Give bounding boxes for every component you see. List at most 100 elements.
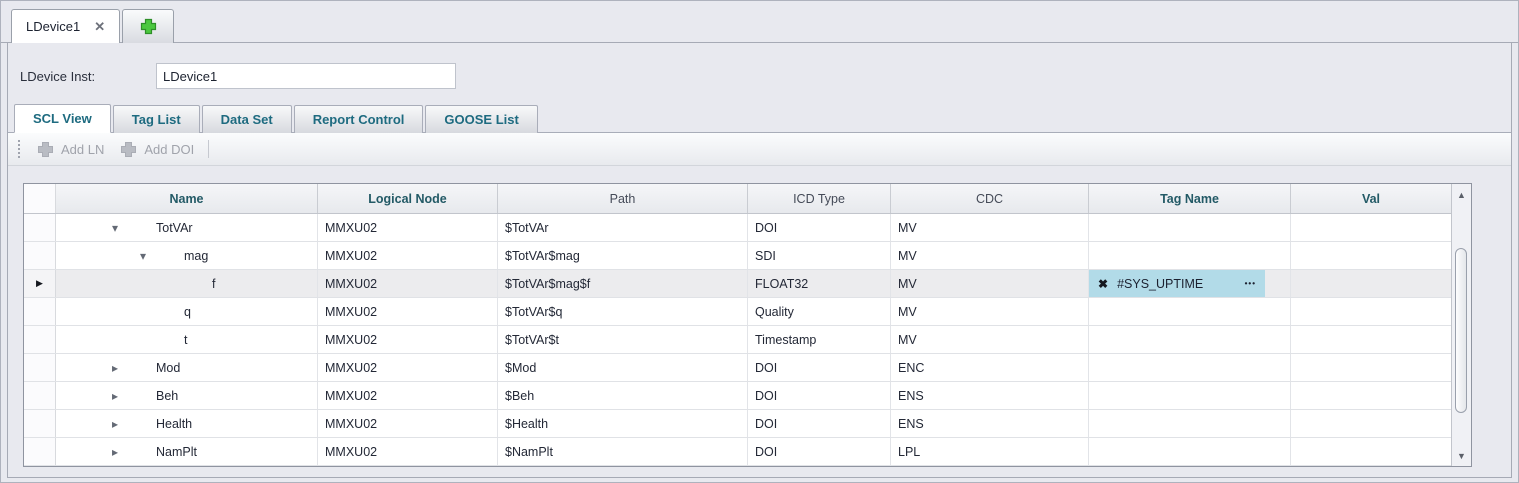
cell-val[interactable]	[1291, 242, 1451, 269]
cell-logical-node[interactable]: MMXU02	[318, 298, 498, 325]
row-indicator[interactable]	[24, 214, 56, 241]
cell-tag-name[interactable]	[1089, 410, 1291, 437]
cell-icd-type[interactable]: FLOAT32	[748, 270, 891, 297]
cell-tag-name[interactable]: ✖ #SYS_UPTIME •••	[1089, 270, 1291, 297]
header-logical-node[interactable]: Logical Node	[318, 184, 498, 213]
cell-logical-node[interactable]: MMXU02	[318, 270, 498, 297]
row-indicator[interactable]	[24, 298, 56, 325]
scroll-up-icon[interactable]: ▲	[1452, 184, 1471, 205]
cell-tag-name[interactable]	[1089, 242, 1291, 269]
cell-path[interactable]: $TotVAr$mag	[498, 242, 748, 269]
row-indicator[interactable]	[24, 242, 56, 269]
cell-cdc[interactable]: ENS	[891, 410, 1089, 437]
expand-icon[interactable]: ▸	[112, 446, 118, 458]
header-path[interactable]: Path	[498, 184, 748, 213]
cell-tag-name[interactable]	[1089, 298, 1291, 325]
tab-goose-list[interactable]: GOOSE List	[425, 105, 537, 133]
table-row[interactable]: ▸ Health MMXU02 $Health DOI ENS	[24, 410, 1451, 438]
cell-val[interactable]	[1291, 354, 1451, 381]
cell-name[interactable]: ▸ Beh	[56, 382, 318, 409]
expand-icon[interactable]: ▸	[112, 418, 118, 430]
table-row[interactable]: ▸ NamPlt MMXU02 $NamPlt DOI LPL	[24, 438, 1451, 466]
cell-logical-node[interactable]: MMXU02	[318, 242, 498, 269]
row-indicator[interactable]: ▶	[24, 270, 56, 297]
table-row[interactable]: ▾ TotVAr MMXU02 $TotVAr DOI MV	[24, 214, 1451, 242]
cell-val[interactable]	[1291, 438, 1451, 465]
cell-tag-name[interactable]	[1089, 354, 1291, 381]
cell-tag-name[interactable]	[1089, 214, 1291, 241]
cell-name[interactable]: q	[56, 298, 318, 325]
table-row[interactable]: ▾ mag MMXU02 $TotVAr$mag SDI MV	[24, 242, 1451, 270]
add-doi-button[interactable]: Add DOI	[112, 141, 202, 158]
cell-name[interactable]: f	[56, 270, 318, 297]
cell-val[interactable]	[1291, 298, 1451, 325]
cell-path[interactable]: $TotVAr	[498, 214, 748, 241]
tag-chip[interactable]: ✖ #SYS_UPTIME •••	[1089, 270, 1265, 297]
tab-scl-view[interactable]: SCL View	[14, 104, 111, 133]
cell-val[interactable]	[1291, 410, 1451, 437]
cell-icd-type[interactable]: SDI	[748, 242, 891, 269]
row-indicator[interactable]	[24, 410, 56, 437]
expand-icon[interactable]: ▸	[112, 362, 118, 374]
cell-name[interactable]: ▸ Mod	[56, 354, 318, 381]
table-row[interactable]: t MMXU02 $TotVAr$t Timestamp MV	[24, 326, 1451, 354]
vertical-scrollbar[interactable]: ▲ ▼	[1451, 184, 1471, 466]
tab-data-set[interactable]: Data Set	[202, 105, 292, 133]
table-row[interactable]: ▸ Mod MMXU02 $Mod DOI ENC	[24, 354, 1451, 382]
row-indicator[interactable]	[24, 326, 56, 353]
cell-name[interactable]: ▸ NamPlt	[56, 438, 318, 465]
cell-val[interactable]	[1291, 326, 1451, 353]
cell-path[interactable]: $Health	[498, 410, 748, 437]
cell-tag-name[interactable]	[1089, 382, 1291, 409]
header-name[interactable]: Name	[56, 184, 318, 213]
cell-cdc[interactable]: MV	[891, 242, 1089, 269]
cell-tag-name[interactable]	[1089, 438, 1291, 465]
cell-val[interactable]	[1291, 214, 1451, 241]
tab-tag-list[interactable]: Tag List	[113, 105, 200, 133]
cell-logical-node[interactable]: MMXU02	[318, 438, 498, 465]
cell-cdc[interactable]: MV	[891, 326, 1089, 353]
collapse-icon[interactable]: ▾	[140, 250, 146, 262]
cell-icd-type[interactable]: DOI	[748, 382, 891, 409]
cell-logical-node[interactable]: MMXU02	[318, 410, 498, 437]
document-tab-ldevice1[interactable]: LDevice1 ✕	[11, 9, 120, 43]
cell-name[interactable]: ▾ mag	[56, 242, 318, 269]
cell-cdc[interactable]: ENC	[891, 354, 1089, 381]
cell-tag-name[interactable]	[1089, 326, 1291, 353]
cell-icd-type[interactable]: Timestamp	[748, 326, 891, 353]
cell-val[interactable]	[1291, 270, 1451, 297]
cell-name[interactable]: ▸ Health	[56, 410, 318, 437]
tag-browse-icon[interactable]: •••	[1245, 279, 1256, 288]
cell-cdc[interactable]: ENS	[891, 382, 1089, 409]
scroll-down-icon[interactable]: ▼	[1452, 445, 1471, 466]
toolbar-grip-handle[interactable]	[18, 140, 21, 158]
cell-logical-node[interactable]: MMXU02	[318, 214, 498, 241]
header-icd-type[interactable]: ICD Type	[748, 184, 891, 213]
cell-icd-type[interactable]: Quality	[748, 298, 891, 325]
table-row-selected[interactable]: ▶ f MMXU02 $TotVAr$mag$f FLOAT32 MV ✖ #S…	[24, 270, 1451, 298]
cell-cdc[interactable]: MV	[891, 298, 1089, 325]
cell-icd-type[interactable]: DOI	[748, 354, 891, 381]
cell-path[interactable]: $TotVAr$mag$f	[498, 270, 748, 297]
cell-path[interactable]: $TotVAr$q	[498, 298, 748, 325]
add-tab-button[interactable]	[122, 9, 174, 43]
cell-logical-node[interactable]: MMXU02	[318, 326, 498, 353]
row-indicator[interactable]	[24, 382, 56, 409]
expand-icon[interactable]: ▸	[112, 390, 118, 402]
cell-icd-type[interactable]: DOI	[748, 214, 891, 241]
cell-name[interactable]: t	[56, 326, 318, 353]
cell-logical-node[interactable]: MMXU02	[318, 354, 498, 381]
cell-cdc[interactable]: MV	[891, 270, 1089, 297]
table-row[interactable]: q MMXU02 $TotVAr$q Quality MV	[24, 298, 1451, 326]
cell-path[interactable]: $NamPlt	[498, 438, 748, 465]
cell-icd-type[interactable]: DOI	[748, 438, 891, 465]
cell-val[interactable]	[1291, 382, 1451, 409]
cell-icd-type[interactable]: DOI	[748, 410, 891, 437]
header-val[interactable]: Val	[1291, 184, 1451, 213]
tab-report-control[interactable]: Report Control	[294, 105, 424, 133]
close-tab-icon[interactable]: ✕	[94, 19, 105, 35]
tag-delete-icon[interactable]: ✖	[1098, 277, 1108, 291]
collapse-icon[interactable]: ▾	[112, 222, 118, 234]
add-ln-button[interactable]: Add LN	[29, 141, 112, 158]
row-indicator[interactable]	[24, 438, 56, 465]
